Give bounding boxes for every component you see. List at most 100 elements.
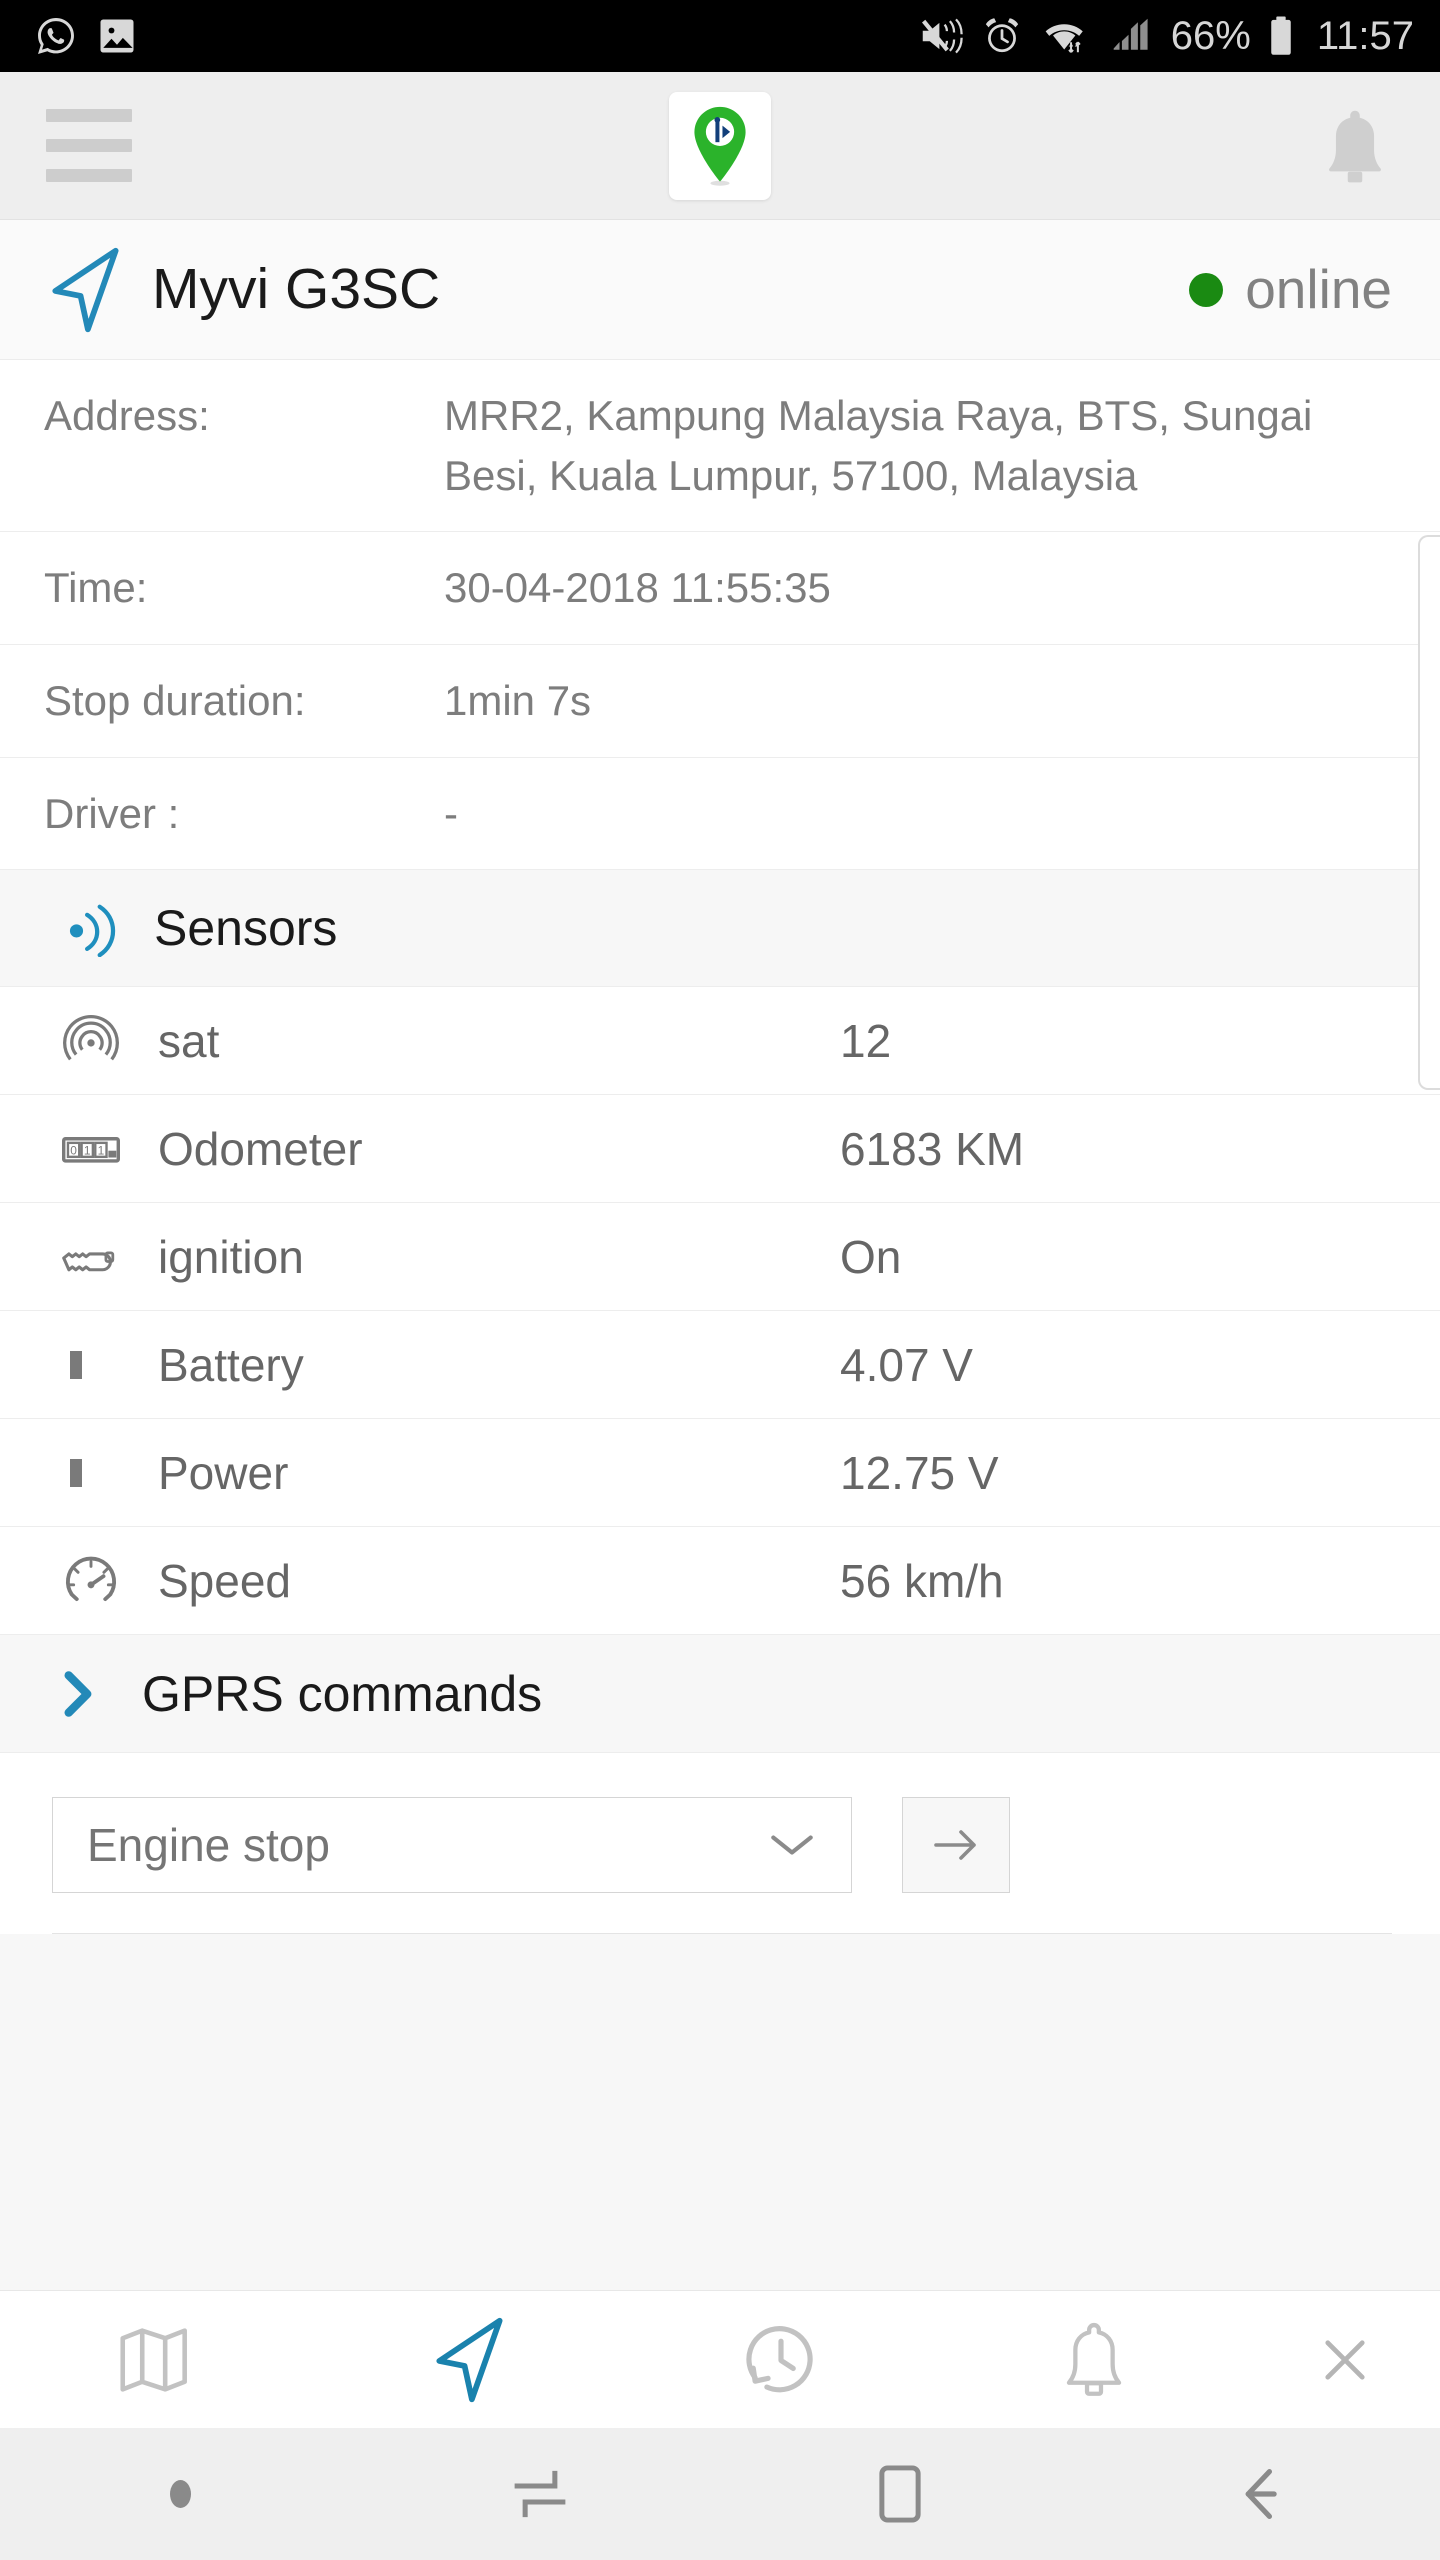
nav-item-close[interactable] [1250,2291,1440,2428]
sensor-row-ignition: ignition On [0,1203,1440,1312]
whatsapp-icon [38,18,74,54]
sensors-section-header[interactable]: Sensors [0,869,1440,988]
svg-text:1: 1 [98,1143,105,1157]
info-row-stop-duration: Stop duration: 1min 7s [0,645,1440,758]
gprs-command-select[interactable]: Engine stop [52,1797,852,1894]
info-label: Stop duration: [44,676,306,724]
sensor-row-battery: Battery 4.07 V [0,1311,1440,1420]
hamburger-line [46,139,132,152]
hamburger-menu-icon[interactable] [46,109,138,182]
bottom-navigation-bar [0,2290,1440,2428]
header-notifications-button[interactable] [1322,106,1388,186]
info-value: MRR2, Kampung Malaysia Raya, BTS, Sungai… [444,392,1313,499]
svg-text:0: 0 [70,1143,77,1157]
info-row-address: Address: MRR2, Kampung Malaysia Raya, BT… [0,360,1440,533]
sensors-list: sat 12 0 1 1 Odometer 6183 KM ignition O… [0,987,1440,1636]
device-identity: Myvi G3SC [44,244,440,336]
info-value: 30-04-2018 11:55:35 [444,564,831,612]
speedometer-icon [62,1555,158,1607]
android-system-nav-bar [0,2428,1440,2560]
sensor-value: 4.07 V [840,1338,973,1391]
sensor-row-speed: Speed 56 km/h [0,1527,1440,1636]
info-row-driver: Driver : - [0,758,1440,870]
sensor-name: Speed [158,1554,292,1607]
chevron-down-icon [771,1835,813,1855]
sensor-row-power: Power 12.75 V [0,1419,1440,1528]
mute-icon [921,18,963,54]
sensor-row-odometer: 0 1 1 Odometer 6183 KM [0,1095,1440,1204]
status-bar-left-icons [34,14,138,58]
phone-screen: 66% 11:57 Myvi G3SC online Address: MRR2… [0,0,1440,2560]
sensor-value: 56 km/h [840,1554,1004,1607]
sensors-title: Sensors [154,900,338,957]
nav-item-history[interactable] [625,2291,938,2428]
sensor-name: Odometer [158,1122,363,1175]
battery-icon [1271,16,1291,55]
satellite-icon [62,1012,158,1070]
map-pin-logo-icon [694,106,746,186]
android-status-bar: 66% 11:57 [0,0,1440,72]
gprs-controls: Engine stop [0,1753,1440,1934]
sensor-row-sat: sat 12 [0,987,1440,1096]
odometer-icon: 0 1 1 [62,1130,158,1168]
sensor-name: ignition [158,1230,304,1283]
sysnav-home-button[interactable] [720,2428,1080,2560]
device-status: online [1189,262,1392,317]
device-name-text: Myvi G3SC [152,257,441,321]
sensor-value: On [840,1230,902,1283]
nav-item-navigation[interactable] [313,2291,626,2428]
bell-icon [1329,110,1381,182]
nav-item-map[interactable] [0,2291,313,2428]
info-value: - [444,789,458,837]
empty-content-area [0,1934,1440,2290]
home-icon [879,2465,921,2523]
battery-bar-icon [62,1343,158,1387]
hamburger-line [46,109,132,122]
map-icon [120,2327,188,2392]
svg-text:1: 1 [84,1143,91,1157]
wifi-icon [1045,24,1083,53]
sensor-value: 12.75 V [840,1446,999,1499]
status-bar-right-icons: 66% 11:57 [919,13,1414,59]
clock-text: 11:57 [1316,14,1414,58]
key-icon [62,1240,158,1274]
info-value: 1min 7s [444,676,592,724]
sensor-name: sat [158,1014,220,1067]
nav-item-notifications[interactable] [938,2291,1251,2428]
bell-icon [1066,2322,1121,2396]
device-info-table: Address: MRR2, Kampung Malaysia Raya, BT… [0,360,1440,870]
history-clock-icon [746,2325,813,2392]
device-title-row[interactable]: Myvi G3SC online [0,220,1440,360]
sensor-value: 6183 KM [840,1122,1025,1175]
status-label: online [1245,258,1392,320]
sensor-name: Power [158,1446,289,1499]
gprs-command-selected-value: Engine stop [87,1819,330,1872]
gprs-send-button[interactable] [902,1797,1010,1894]
broadcast-waves-icon [69,904,116,958]
app-header [0,72,1440,220]
image-icon [100,19,134,53]
gprs-commands-title: GPRS commands [142,1665,543,1722]
battery-percent-text: 66% [1170,14,1251,58]
close-icon [1325,2339,1365,2380]
info-label: Driver : [44,789,180,837]
app-logo[interactable] [669,91,771,200]
info-label: Time: [44,564,148,612]
alarm-icon [985,18,1018,53]
status-dot-icon [1189,272,1224,307]
gprs-commands-header[interactable]: GPRS commands [0,1635,1440,1754]
signal-icon [1113,18,1148,50]
info-label: Address: [44,392,210,439]
dot-indicator-icon [169,2480,191,2508]
chevron-right-icon [64,1670,92,1717]
arrow-right-icon [934,1830,976,1860]
sensor-value: 12 [840,1014,892,1067]
navigation-arrow-icon [436,2317,503,2402]
hamburger-line [46,169,132,182]
sysnav-dot-indicator [0,2428,360,2560]
sysnav-recents-button[interactable] [360,2428,720,2560]
battery-bar-icon [62,1451,158,1495]
sysnav-back-button[interactable] [1080,2428,1440,2560]
recents-icon [514,2470,566,2518]
navigation-arrow-icon [52,247,119,332]
